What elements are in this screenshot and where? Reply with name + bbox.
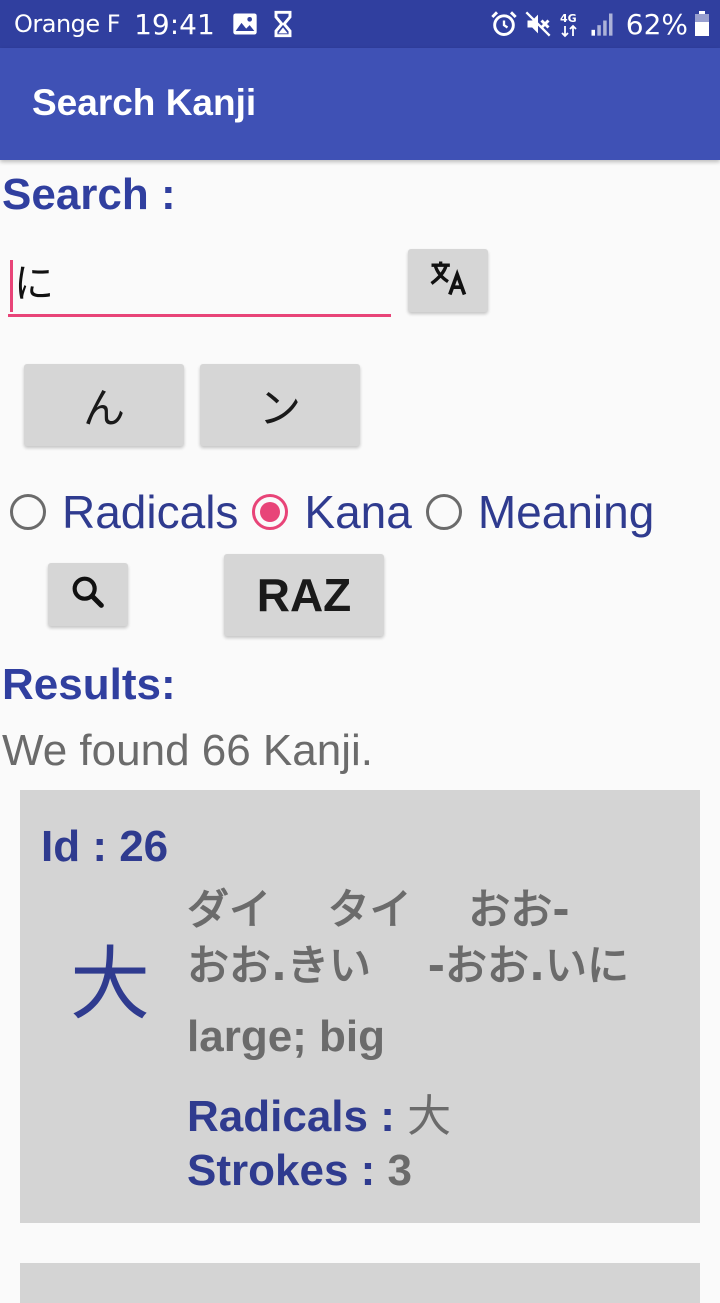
battery-icon	[694, 11, 710, 37]
search-icon	[68, 572, 108, 617]
radio-kana[interactable]: Kana	[252, 485, 412, 539]
results-label: Results:	[2, 660, 176, 709]
status-time: 19:41	[134, 7, 215, 41]
reset-button[interactable]: RAZ	[224, 554, 384, 636]
hiragana-n-button[interactable]: ん	[24, 364, 184, 446]
translate-button[interactable]	[408, 249, 488, 312]
radio-meaning[interactable]: Meaning	[425, 485, 655, 539]
image-icon	[231, 10, 259, 38]
alarm-icon	[490, 10, 518, 38]
page-title: Search Kanji	[32, 82, 257, 123]
svg-text:4G: 4G	[560, 12, 577, 25]
search-button[interactable]	[48, 563, 128, 626]
kanji-meaning: large; big	[187, 1012, 386, 1061]
strokes-value: 3	[387, 1146, 412, 1195]
signal-icon	[588, 10, 616, 38]
radicals-value: 大	[407, 1091, 452, 1142]
radicals-label: Radicals :	[187, 1092, 408, 1141]
radio-checked-icon	[252, 494, 289, 530]
radio-label: Kana	[304, 486, 412, 538]
radio-radicals[interactable]: Radicals	[10, 485, 238, 539]
radio-unchecked-icon	[425, 494, 462, 530]
kanji-strokes: Strokes : 3	[187, 1146, 412, 1196]
results-summary: We found 66 Kanji.	[2, 726, 373, 775]
result-card[interactable]	[20, 1263, 700, 1303]
text-cursor	[10, 260, 13, 312]
status-bar: Orange F 19:41 4G 62%	[0, 0, 720, 48]
search-input[interactable]	[8, 245, 391, 317]
kanji-character: 大	[70, 938, 150, 1031]
network-type-icon: 4G	[558, 10, 582, 38]
carrier-name: Orange F	[14, 10, 121, 38]
radio-label: Meaning	[477, 486, 655, 538]
kanji-id: Id : 26	[41, 822, 169, 871]
radio-label: Radicals	[62, 486, 239, 538]
search-mode-group: Radicals Kana Meaning	[10, 482, 668, 542]
radio-unchecked-icon	[10, 494, 46, 530]
translate-icon	[426, 256, 470, 305]
mute-icon	[524, 10, 552, 38]
result-card[interactable]: Id : 26 大 ダイ タイ おお- おお.きい -おお.いに large; …	[20, 790, 700, 1223]
battery-percent: 62%	[625, 7, 688, 41]
katakana-n-button[interactable]: ン	[200, 364, 360, 446]
search-label: Search :	[2, 170, 176, 219]
app-bar: Search Kanji	[0, 48, 720, 160]
kanji-radicals: Radicals : 大	[187, 1080, 451, 1144]
strokes-label: Strokes :	[187, 1146, 388, 1195]
hourglass-icon	[269, 10, 297, 38]
kanji-readings: ダイ タイ おお- おお.きい -おお.いに	[187, 885, 629, 990]
